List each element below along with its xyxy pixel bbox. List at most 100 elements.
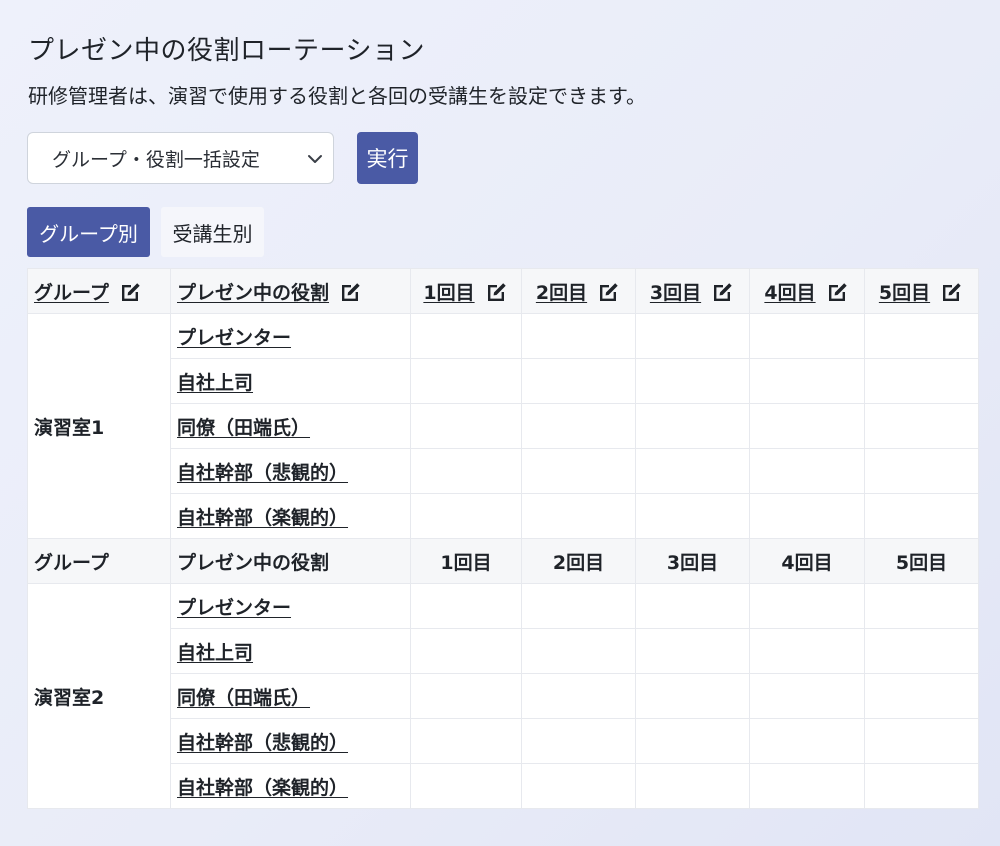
assignment-cell[interactable]: [521, 313, 636, 359]
edit-icon[interactable]: [597, 280, 621, 302]
role-cell: プレゼンター: [170, 313, 411, 359]
run-button[interactable]: 実行: [357, 132, 418, 184]
assignment-cell[interactable]: [635, 358, 750, 404]
assignment-cell[interactable]: [521, 718, 636, 764]
assignment-cell[interactable]: [864, 493, 979, 539]
group-name-cell: 演習室1: [27, 313, 171, 539]
assignment-cell[interactable]: [635, 403, 750, 449]
assignment-cell[interactable]: [410, 493, 522, 539]
assignment-cell[interactable]: [410, 718, 522, 764]
assignment-cell[interactable]: [521, 493, 636, 539]
role-link[interactable]: 自社上司: [177, 642, 253, 664]
edit-icon[interactable]: [711, 280, 735, 302]
assignment-cell[interactable]: [864, 583, 979, 629]
header-round-4-link[interactable]: 4回目: [764, 278, 815, 305]
assignment-cell[interactable]: [410, 583, 522, 629]
assignment-cell[interactable]: [521, 403, 636, 449]
table-row: 同僚（田端氏）: [28, 673, 979, 719]
assignment-cell[interactable]: [410, 313, 522, 359]
assignment-cell[interactable]: [521, 583, 636, 629]
page-title: プレゼン中の役割ローテーション: [28, 36, 425, 66]
header-round-5: 5回目: [864, 268, 979, 314]
header-round-1: 1回目: [410, 268, 522, 314]
role-link[interactable]: 自社幹部（楽観的）: [177, 777, 348, 799]
assignment-cell[interactable]: [410, 673, 522, 719]
table-row: 演習室1 プレゼンター: [27, 313, 979, 539]
subheader-role: プレゼン中の役割: [170, 538, 411, 584]
role-link[interactable]: 自社幹部（楽観的）: [177, 507, 348, 529]
header-round-1-link[interactable]: 1回目: [423, 278, 474, 305]
role-link[interactable]: 自社幹部（悲観的）: [177, 732, 348, 754]
rotation-table: グループ プレゼン中の役割 1回目 2回目 3回目 4回目 5回目 演習室1 プ…: [27, 268, 979, 809]
role-link[interactable]: 同僚（田端氏）: [177, 417, 310, 439]
role-link[interactable]: 自社幹部（悲観的）: [177, 462, 348, 484]
assignment-cell[interactable]: [749, 583, 865, 629]
bulk-action-select[interactable]: グループ・役割一括設定: [27, 132, 334, 184]
assignment-cell[interactable]: [635, 763, 750, 809]
tab-by-group[interactable]: グループ別: [27, 207, 150, 257]
assignment-cell[interactable]: [521, 358, 636, 404]
edit-icon[interactable]: [119, 280, 143, 302]
header-group-link[interactable]: グループ: [34, 278, 109, 305]
assignment-cell[interactable]: [635, 493, 750, 539]
assignment-cell[interactable]: [864, 313, 979, 359]
edit-icon[interactable]: [485, 280, 509, 302]
assignment-cell[interactable]: [410, 448, 522, 494]
table-row: 自社上司: [28, 628, 979, 674]
tab-by-student[interactable]: 受講生別: [161, 207, 264, 257]
header-group: グループ: [27, 268, 171, 314]
role-link[interactable]: プレゼンター: [177, 597, 291, 619]
table-header-row: グループ プレゼン中の役割 1回目 2回目 3回目 4回目 5回目: [27, 268, 979, 314]
table-row: 自社幹部（楽観的）: [28, 763, 979, 809]
assignment-cell[interactable]: [410, 763, 522, 809]
assignment-cell[interactable]: [521, 448, 636, 494]
assignment-cell[interactable]: [410, 628, 522, 674]
assignment-cell[interactable]: [635, 313, 750, 359]
assignment-cell[interactable]: [864, 673, 979, 719]
assignment-cell[interactable]: [864, 628, 979, 674]
edit-icon[interactable]: [826, 280, 850, 302]
role-link[interactable]: 同僚（田端氏）: [177, 687, 310, 709]
assignment-cell[interactable]: [749, 763, 865, 809]
assignment-cell[interactable]: [864, 358, 979, 404]
assignment-cell[interactable]: [749, 403, 865, 449]
header-round-5-link[interactable]: 5回目: [879, 278, 930, 305]
assignment-cell[interactable]: [521, 673, 636, 719]
assignment-cell[interactable]: [635, 718, 750, 764]
edit-icon[interactable]: [940, 280, 964, 302]
assignment-cell[interactable]: [635, 583, 750, 629]
assignment-cell[interactable]: [635, 628, 750, 674]
assignment-cell[interactable]: [864, 763, 979, 809]
assignment-cell[interactable]: [864, 448, 979, 494]
role-cell: 自社幹部（悲観的）: [170, 448, 411, 494]
assignment-cell[interactable]: [635, 448, 750, 494]
assignment-cell[interactable]: [635, 673, 750, 719]
assignment-cell[interactable]: [864, 403, 979, 449]
header-role: プレゼン中の役割: [170, 268, 411, 314]
role-cell: 自社幹部（楽観的）: [170, 493, 411, 539]
assignment-cell[interactable]: [749, 358, 865, 404]
assignment-cell[interactable]: [864, 718, 979, 764]
edit-icon[interactable]: [339, 280, 363, 302]
assignment-cell[interactable]: [749, 448, 865, 494]
assignment-cell[interactable]: [749, 313, 865, 359]
assignment-cell[interactable]: [749, 628, 865, 674]
assignment-cell[interactable]: [410, 358, 522, 404]
header-round-3-link[interactable]: 3回目: [650, 278, 701, 305]
assignment-cell[interactable]: [749, 493, 865, 539]
chevron-down-icon: [308, 155, 322, 163]
assignment-cell[interactable]: [749, 718, 865, 764]
assignment-cell[interactable]: [521, 763, 636, 809]
table-row: 演習室2 プレゼンター: [27, 583, 979, 809]
assignment-cell[interactable]: [521, 628, 636, 674]
table-row: 自社幹部（楽観的）: [28, 493, 979, 539]
role-link[interactable]: 自社上司: [177, 372, 253, 394]
role-link[interactable]: プレゼンター: [177, 327, 291, 349]
role-cell: 自社幹部（悲観的）: [170, 718, 411, 764]
assignment-cell[interactable]: [410, 403, 522, 449]
header-round-2-link[interactable]: 2回目: [536, 278, 587, 305]
header-role-link[interactable]: プレゼン中の役割: [177, 278, 329, 305]
subheader-round-3: 3回目: [635, 538, 750, 584]
assignment-cell[interactable]: [749, 673, 865, 719]
table-row: 自社幹部（悲観的）: [28, 448, 979, 494]
